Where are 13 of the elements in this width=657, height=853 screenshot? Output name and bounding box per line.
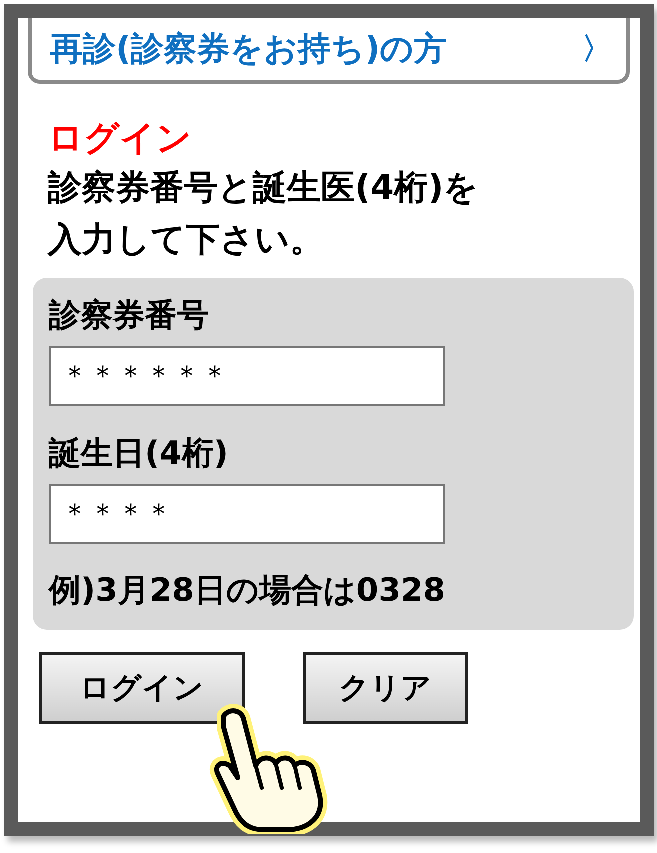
chevron-icon: 〉	[582, 28, 612, 70]
field-label: 診察券番号	[49, 295, 210, 336]
instruction-text: 診察券番号と誕生医(4桁)を	[48, 167, 480, 210]
instruction-text: 入力して下さい。	[48, 219, 325, 262]
login-heading: ログイン	[48, 118, 193, 161]
example-text: 例)3月28日の場合は0328	[49, 570, 446, 611]
header-tab[interactable]: 再診(診察券をお持ち)の方 〉	[28, 18, 630, 84]
input-field[interactable]: ＊＊＊＊	[49, 484, 445, 544]
input-field[interactable]: ＊＊＊＊＊＊	[49, 346, 445, 406]
action-button[interactable]: クリア	[303, 652, 468, 724]
action-button[interactable]: ログイン	[39, 652, 245, 724]
field-label: 誕生日(4桁)	[49, 433, 230, 474]
header-title: 再診(診察券をお持ち)の方	[50, 28, 448, 70]
